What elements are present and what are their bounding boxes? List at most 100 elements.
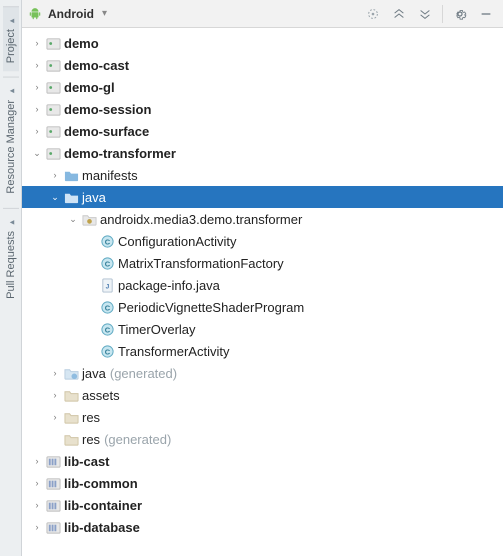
separator <box>442 5 443 23</box>
tree-node[interactable]: ›CMatrixTransformationFactory <box>22 252 503 274</box>
expand-all-button[interactable] <box>388 3 410 25</box>
tree-node[interactable]: › demo-gl <box>22 76 503 98</box>
libmodule-icon <box>44 454 62 469</box>
folder-icon <box>62 168 80 183</box>
settings-button[interactable] <box>449 3 471 25</box>
folder-icon <box>62 190 80 205</box>
resfolder-icon <box>62 410 80 425</box>
view-selector[interactable]: Android ▾ <box>28 7 111 21</box>
tree-node[interactable]: › demo <box>22 32 503 54</box>
tree-label: demo-cast <box>62 58 129 73</box>
tree-label: demo-surface <box>62 124 149 139</box>
chevron-down-icon[interactable]: ⌄ <box>48 192 62 203</box>
tree-label: manifests <box>80 168 138 183</box>
tree-node[interactable]: › manifests <box>22 164 503 186</box>
project-tree[interactable]: ›demo›demo-cast›demo-gl›demo-session›dem… <box>22 28 503 556</box>
module-icon <box>44 58 62 73</box>
tree-node[interactable]: ›CTransformerActivity <box>22 340 503 362</box>
tree-label: java <box>80 366 106 381</box>
tree-node[interactable]: › demo-cast <box>22 54 503 76</box>
package-icon <box>80 212 98 227</box>
chevron-right-icon[interactable]: › <box>48 412 62 422</box>
tree-label: demo-transformer <box>62 146 176 161</box>
select-opened-file-button[interactable] <box>362 3 384 25</box>
hide-button[interactable] <box>475 3 497 25</box>
tree-label: ConfigurationActivity <box>116 234 237 249</box>
class-icon: C <box>98 322 116 337</box>
panel-header: Android ▾ <box>22 0 503 28</box>
javafile-icon: J <box>98 278 116 293</box>
tree-label: androidx.media3.demo.transformer <box>98 212 302 227</box>
class-icon: C <box>98 300 116 315</box>
tree-suffix: (generated) <box>100 432 171 447</box>
tree-label: lib-common <box>62 476 138 491</box>
class-icon: C <box>98 234 116 249</box>
module-icon <box>44 36 62 51</box>
tree-suffix: (generated) <box>106 366 177 381</box>
tree-node[interactable]: › lib-database <box>22 516 503 538</box>
project-panel: Android ▾ ›demo›demo-cast›demo-gl›demo-s… <box>22 0 503 556</box>
tree-node[interactable]: ›Jpackage-info.java <box>22 274 503 296</box>
tree-node[interactable]: ⌄ androidx.media3.demo.transformer <box>22 208 503 230</box>
side-tab-project[interactable]: Project▸ <box>3 6 19 71</box>
tree-node[interactable]: › lib-common <box>22 472 503 494</box>
chevron-right-icon[interactable]: › <box>30 104 44 114</box>
svg-text:C: C <box>104 303 110 312</box>
chevron-right-icon[interactable]: › <box>30 456 44 466</box>
chevron-down-icon[interactable]: ▾ <box>98 8 111 19</box>
tree-label: TransformerActivity <box>116 344 229 359</box>
tree-label: lib-cast <box>62 454 110 469</box>
chevron-right-icon[interactable]: › <box>30 126 44 136</box>
class-icon: C <box>98 256 116 271</box>
tree-label: assets <box>80 388 120 403</box>
tree-node[interactable]: › assets <box>22 384 503 406</box>
side-tabs: Project▸ Resource Manager▸ Pull Requests▸ <box>0 0 22 556</box>
view-name: Android <box>46 7 94 21</box>
tree-label: java <box>80 190 106 205</box>
svg-text:C: C <box>104 347 110 356</box>
tree-node[interactable]: › lib-cast <box>22 450 503 472</box>
resfolder-icon <box>62 432 80 447</box>
module-icon <box>44 146 62 161</box>
collapse-all-button[interactable] <box>414 3 436 25</box>
chevron-right-icon[interactable]: › <box>48 170 62 180</box>
tree-node[interactable]: ›CPeriodicVignetteShaderProgram <box>22 296 503 318</box>
tree-node[interactable]: ⌄ java <box>22 186 503 208</box>
tree-label: TimerOverlay <box>116 322 196 337</box>
chevron-right-icon[interactable]: › <box>48 390 62 400</box>
tree-label: package-info.java <box>116 278 220 293</box>
module-icon <box>44 124 62 139</box>
tree-node[interactable]: › java(generated) <box>22 362 503 384</box>
tree-label: MatrixTransformationFactory <box>116 256 284 271</box>
chevron-down-icon[interactable]: ⌄ <box>30 148 44 159</box>
chevron-down-icon[interactable]: ⌄ <box>66 214 80 225</box>
tree-label: lib-database <box>62 520 140 535</box>
side-tab-resource-manager[interactable]: Resource Manager▸ <box>3 77 19 202</box>
chevron-right-icon[interactable]: › <box>30 82 44 92</box>
tree-node[interactable]: ›CConfigurationActivity <box>22 230 503 252</box>
chevron-right-icon[interactable]: › <box>30 522 44 532</box>
tree-node[interactable]: ›demo-session <box>22 98 503 120</box>
chevron-right-icon[interactable]: › <box>30 500 44 510</box>
tree-label: lib-container <box>62 498 142 513</box>
module-icon <box>44 102 62 117</box>
libmodule-icon <box>44 498 62 513</box>
tree-node[interactable]: › demo-surface <box>22 120 503 142</box>
tree-node[interactable]: ›CTimerOverlay <box>22 318 503 340</box>
tree-node[interactable]: ›res <box>22 406 503 428</box>
side-tab-pull-requests[interactable]: Pull Requests▸ <box>3 208 19 307</box>
tree-label: demo-gl <box>62 80 115 95</box>
genfolder-icon <box>62 366 80 381</box>
tree-node[interactable]: ›res(generated) <box>22 428 503 450</box>
tree-label: demo <box>62 36 99 51</box>
chevron-right-icon[interactable]: › <box>30 38 44 48</box>
module-icon <box>44 80 62 95</box>
chevron-right-icon[interactable]: › <box>30 478 44 488</box>
tree-node[interactable]: ⌄ demo-transformer <box>22 142 503 164</box>
tree-node[interactable]: › lib-container <box>22 494 503 516</box>
android-icon <box>28 7 42 21</box>
chevron-right-icon[interactable]: › <box>30 60 44 70</box>
tree-label: res <box>80 432 100 447</box>
chevron-right-icon[interactable]: › <box>48 368 62 378</box>
libmodule-icon <box>44 476 62 491</box>
